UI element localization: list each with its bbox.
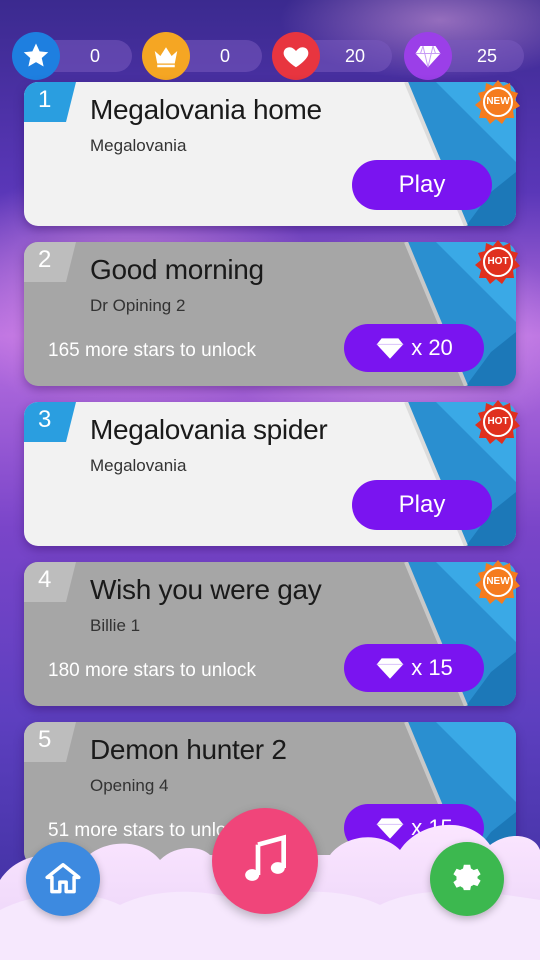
song-card-3[interactable]: 3 Megalovania spider Megalovania Play xyxy=(24,402,516,546)
song-card-2[interactable]: 2 Good morning Dr Opining 2 165 more sta… xyxy=(24,242,516,386)
song-artist: Dr Opining 2 xyxy=(90,296,186,315)
rank-number: 4 xyxy=(38,566,52,593)
play-button[interactable]: Play xyxy=(352,160,492,210)
top-stats-bar: 0 0 20 25 xyxy=(0,30,540,84)
song-title: Demon hunter 2 xyxy=(90,734,287,765)
song-title: Wish you were gay xyxy=(90,574,322,605)
badge-label: HOT xyxy=(487,256,509,267)
rank-number: 1 xyxy=(38,86,52,113)
star-icon xyxy=(12,32,60,80)
hot-badge: HOT xyxy=(474,398,522,446)
play-button[interactable]: Play xyxy=(352,480,492,530)
song-title: Megalovania home xyxy=(90,94,322,125)
song-card-4[interactable]: 4 Wish you were gay Billie 1 180 more st… xyxy=(24,562,516,706)
gem-cost: x 20 xyxy=(411,335,453,360)
badge-label: NEW xyxy=(486,576,510,587)
song-card-1[interactable]: 1 Megalovania home Megalovania Play xyxy=(24,82,516,226)
badge-label: HOT xyxy=(487,416,509,427)
unlock-with-gems-button[interactable]: x 20 xyxy=(344,324,484,372)
song-title: Megalovania spider xyxy=(90,414,328,445)
gear-icon xyxy=(453,864,481,891)
home-button[interactable] xyxy=(26,842,100,916)
heart-icon xyxy=(272,32,320,80)
song-artist: Billie 1 xyxy=(90,616,141,635)
song-title: Good morning xyxy=(90,254,264,285)
unlock-requirement: 165 more stars to unlock xyxy=(48,340,257,361)
rank-number: 5 xyxy=(38,726,52,753)
diamond-icon xyxy=(377,338,404,359)
badge-label: NEW xyxy=(486,96,510,107)
song-artist: Megalovania xyxy=(90,136,187,155)
music-button[interactable] xyxy=(212,808,318,914)
rank-number: 2 xyxy=(38,246,52,273)
diamond-icon xyxy=(377,658,404,679)
rank-number: 3 xyxy=(38,406,52,433)
new-badge: NEW xyxy=(474,558,522,606)
hot-badge: HOT xyxy=(474,238,522,286)
diamond-icon xyxy=(404,32,452,80)
home-icon xyxy=(45,863,81,894)
crown-icon xyxy=(142,32,190,80)
unlock-requirement: 180 more stars to unlock xyxy=(48,660,257,681)
song-artist: Megalovania xyxy=(90,456,187,475)
unlock-with-gems-button[interactable]: x 15 xyxy=(344,644,484,692)
music-note-icon xyxy=(245,834,286,881)
new-badge: NEW xyxy=(474,78,522,126)
settings-button[interactable] xyxy=(430,842,504,916)
gem-cost: x 15 xyxy=(411,655,453,680)
